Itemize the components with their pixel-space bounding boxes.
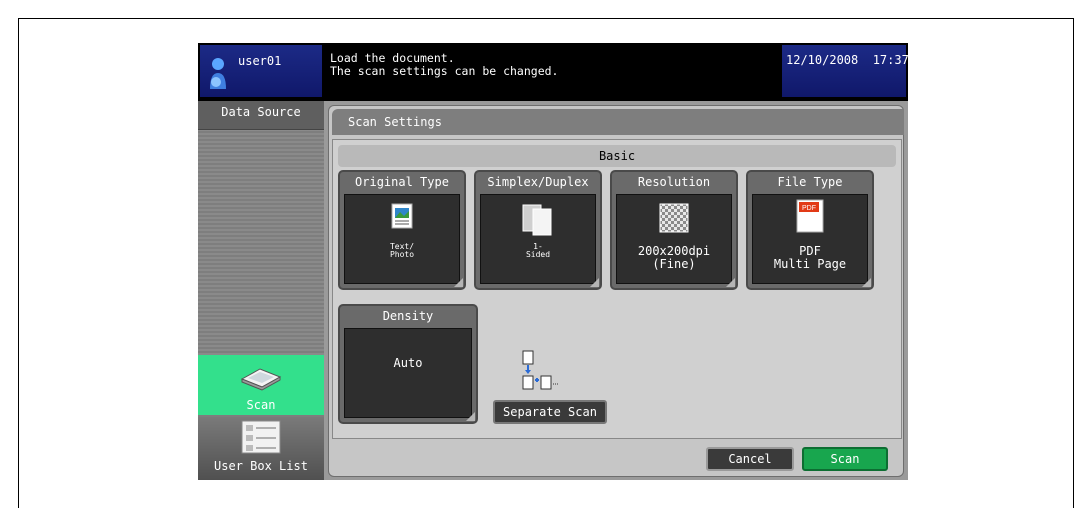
message-line-2: The scan settings can be changed.	[330, 64, 559, 78]
sidebar-item-user-box-list[interactable]: User Box List	[198, 417, 324, 480]
original-type-tile[interactable]: Original Type Text/ Photo	[338, 170, 466, 290]
sidebar-item-scan[interactable]: Scan	[198, 355, 324, 415]
sidebar-item-scan-label: Scan	[246, 398, 276, 412]
scan-button[interactable]: Scan	[802, 447, 888, 471]
simplex-pages-icon	[522, 204, 552, 236]
pdf-icon-text: PDF	[802, 205, 816, 212]
settings-panel: Basic Original Type Text/ Photo Simplex/…	[332, 139, 902, 439]
density-tile[interactable]: Density Auto	[338, 304, 478, 424]
cancel-button[interactable]: Cancel	[706, 447, 794, 471]
simplex-duplex-title: Simplex/Duplex	[487, 175, 589, 189]
pdf-file-icon: PDF	[796, 199, 824, 233]
separate-scan-button[interactable]: Separate Scan	[493, 400, 607, 424]
data-source-header: Data Source	[198, 101, 324, 130]
file-type-body: PDF PDF Multi Page	[752, 194, 868, 284]
resolution-title: Resolution	[637, 175, 711, 189]
datetime-box: 12/10/2008 17:37	[782, 45, 908, 97]
separate-scan-area: Separate Scan	[493, 350, 623, 440]
control-panel-screen: user01 Load the document. The scan setti…	[198, 43, 908, 480]
original-type-body: Text/ Photo	[344, 194, 460, 284]
user-box: user01	[200, 45, 322, 97]
density-body: Auto	[344, 328, 472, 418]
datetime: 12/10/2008 17:37	[786, 53, 908, 67]
original-type-title: Original Type	[355, 175, 449, 189]
density-value: Auto	[393, 356, 423, 370]
separate-scan-icon	[522, 350, 559, 390]
scan-settings-header: Scan Settings	[332, 109, 904, 135]
original-type-value-2: Photo	[389, 250, 415, 259]
corner-indicator	[454, 278, 463, 287]
main-area: Scan Settings Basic Original Type Text/ …	[324, 101, 908, 480]
simplex-duplex-tile[interactable]: Simplex/Duplex 1- Sided	[474, 170, 602, 290]
resolution-tile[interactable]: Resolution 200x200dpi (Fine)	[610, 170, 738, 290]
resolution-value-2: (Fine)	[652, 257, 696, 271]
resolution-checker-icon	[659, 203, 689, 233]
corner-indicator	[726, 278, 735, 287]
left-sidebar: Data Source Scan User Box List	[198, 101, 324, 480]
corner-indicator	[590, 278, 599, 287]
resolution-body: 200x200dpi (Fine)	[616, 194, 732, 284]
sidebar-item-user-box-list-label: User Box List	[214, 459, 308, 473]
user-name: user01	[238, 54, 282, 68]
corner-indicator	[466, 412, 475, 421]
density-title: Density	[382, 309, 434, 323]
text-photo-icon	[391, 203, 413, 229]
top-bar: user01 Load the document. The scan setti…	[198, 43, 908, 99]
file-type-tile[interactable]: File Type PDF PDF Multi Page	[746, 170, 874, 290]
user-box-list-icon	[241, 420, 281, 454]
user-avatar-icon	[210, 58, 226, 89]
scanner-icon	[240, 368, 282, 391]
basic-section-header: Basic	[338, 145, 896, 167]
simplex-duplex-value-2: Sided	[525, 250, 551, 259]
message-box: Load the document. The scan settings can…	[324, 45, 780, 97]
file-type-value-2: Multi Page	[773, 257, 847, 271]
simplex-duplex-body: 1- Sided	[480, 194, 596, 284]
corner-indicator	[862, 278, 871, 287]
file-type-title: File Type	[777, 175, 843, 189]
